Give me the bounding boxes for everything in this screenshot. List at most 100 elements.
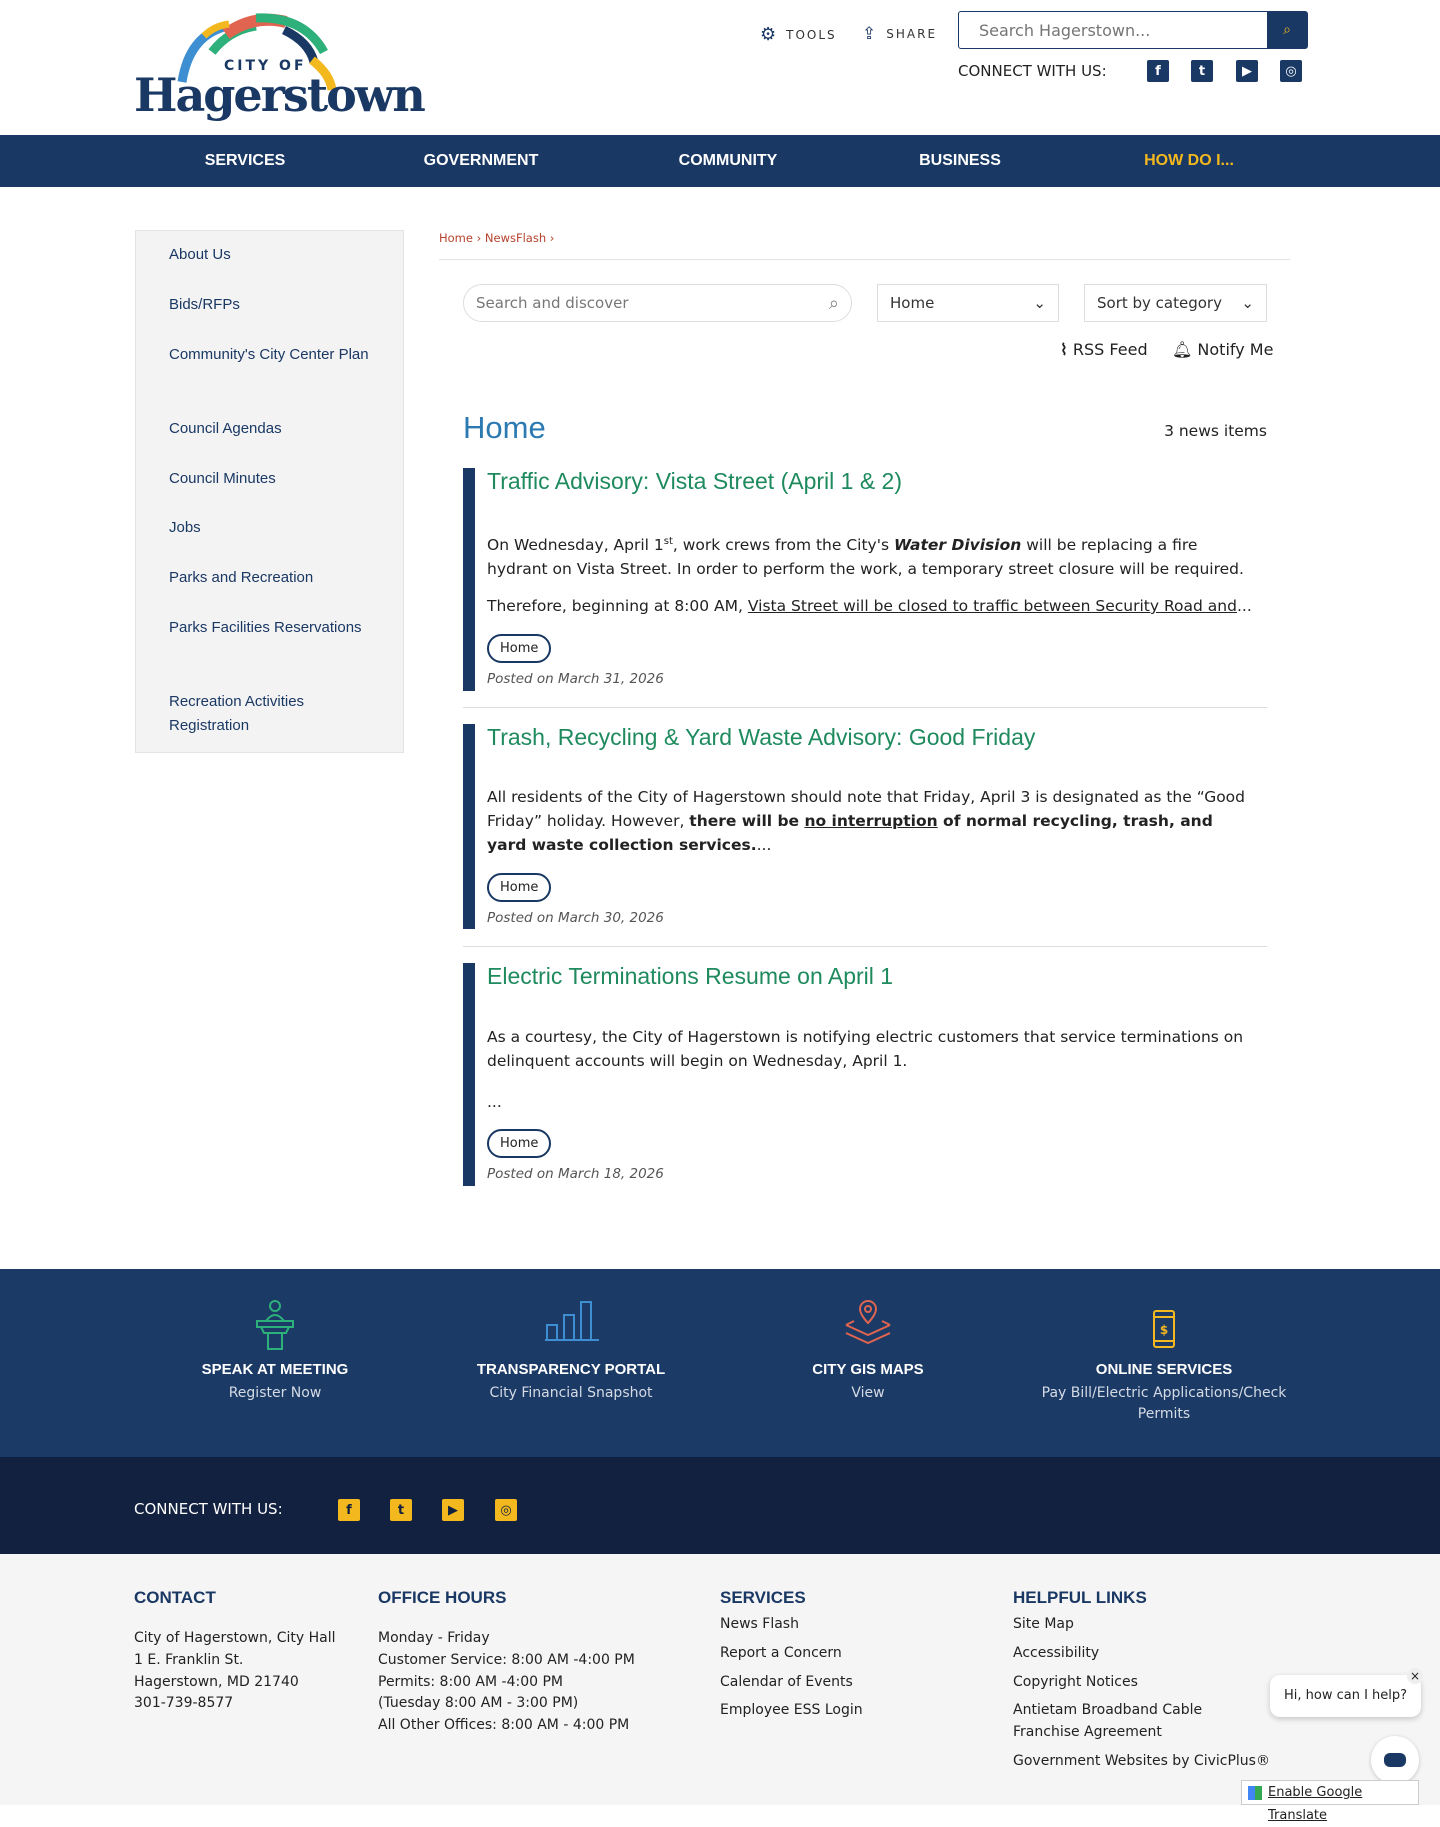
sidebar-item-parks-facilities[interactable]: Parks Facilities Reservations <box>169 616 369 640</box>
city-logo[interactable]: CITY OF Hagerstown <box>134 12 426 122</box>
chat-close-button[interactable]: × <box>1407 1668 1423 1684</box>
chatbot-launcher[interactable] <box>1371 1736 1419 1784</box>
quicklink-transparency-portal[interactable]: TRANSPARENCY PORTAL City Financial Snaps… <box>431 1269 711 1429</box>
breadcrumb-home[interactable]: Home <box>439 231 473 245</box>
share-icon: ⇪ <box>862 24 879 44</box>
sidebar: About Us Bids/RFPs Community's City Cent… <box>135 230 404 753</box>
quicklink-subtitle: City Financial Snapshot <box>489 1385 653 1401</box>
footer-helpful-title: HELPFUL LINKS <box>1013 1588 1147 1607</box>
contact-line: Hagerstown, MD 21740 <box>134 1674 299 1690</box>
chat-bubble[interactable]: Hi, how can I help? <box>1270 1675 1421 1717</box>
twitter-icon[interactable]: t <box>390 1499 412 1521</box>
sidebar-item-recreation[interactable]: Recreation Activities Registration <box>169 690 369 738</box>
article-title[interactable]: Trash, Recycling & Yard Waste Advisory: … <box>487 724 1035 751</box>
footer-services-title: SERVICES <box>720 1588 806 1607</box>
footer-link-report-concern[interactable]: Report a Concern <box>720 1642 842 1664</box>
sidebar-item-jobs[interactable]: Jobs <box>169 516 369 540</box>
youtube-icon[interactable]: ▶ <box>1236 60 1258 82</box>
divider <box>439 259 1290 260</box>
page-title: Home <box>463 410 546 445</box>
facebook-icon[interactable]: f <box>338 1499 360 1521</box>
sidebar-item-city-center-plan[interactable]: Community's City Center Plan <box>169 343 369 367</box>
tools-button[interactable]: ⚙ TOOLS <box>760 24 837 45</box>
sidebar-item-parks[interactable]: Parks and Recreation <box>169 566 369 590</box>
article-title[interactable]: Electric Terminations Resume on April 1 <box>487 963 893 990</box>
footer-link-site-map[interactable]: Site Map <box>1013 1613 1074 1635</box>
contact-line: 1 E. Franklin St. <box>134 1652 244 1668</box>
sidebar-item-bids[interactable]: Bids/RFPs <box>169 293 369 317</box>
article-accent-bar <box>463 468 475 691</box>
google-translate-icon <box>1248 1786 1262 1800</box>
podium-icon <box>256 1300 294 1350</box>
notify-me-link[interactable]: 🔔︎ Notify Me <box>1172 340 1273 359</box>
connect-label: CONNECT WITH US: <box>134 1500 283 1518</box>
category-tag[interactable]: Home <box>487 1129 552 1158</box>
google-translate-button[interactable]: Enable Google Translate <box>1241 1780 1419 1823</box>
breadcrumb-newsflash[interactable]: NewsFlash <box>485 231 546 245</box>
news-count: 3 news items <box>1164 422 1267 440</box>
site-header: CITY OF Hagerstown ⚙ TOOLS ⇪ SHARE ⌕ CONNE… <box>0 0 1440 135</box>
bell-icon: 🔔︎ <box>1172 340 1193 359</box>
footer-link-copyright[interactable]: Copyright Notices <box>1013 1671 1138 1693</box>
quicklink-title: CITY GIS MAPS <box>812 1361 924 1378</box>
contact-line: City of Hagerstown, City Hall <box>134 1630 336 1646</box>
quicklink-subtitle: Register Now <box>228 1385 322 1401</box>
category-tag[interactable]: Home <box>487 873 552 902</box>
nav-community[interactable]: COMMUNITY <box>679 135 778 187</box>
chevron-down-icon: ⌄ <box>1033 294 1046 312</box>
sidebar-item-about-us[interactable]: About Us <box>169 243 369 267</box>
instagram-icon[interactable]: ◎ <box>495 1499 517 1521</box>
quicklink-online-services[interactable]: $ ONLINE SERVICES Pay Bill/Electric Appl… <box>1024 1269 1304 1429</box>
footer-link-civicplus[interactable]: Government Websites by CivicPlus® <box>1013 1750 1270 1772</box>
nav-government[interactable]: GOVERNMENT <box>424 135 539 187</box>
hours-line: Monday - Friday <box>378 1630 490 1646</box>
quicklink-subtitle: Pay Bill/Electric Applications/Check Per… <box>1041 1385 1287 1422</box>
quick-links: SPEAK AT MEETING Register Now TRANSPAREN… <box>0 1269 1440 1457</box>
footer-link-accessibility[interactable]: Accessibility <box>1013 1642 1099 1664</box>
category-select[interactable]: Home ⌄ <box>877 284 1059 322</box>
site-search: ⌕ <box>958 11 1308 49</box>
sidebar-item-council-agendas[interactable]: Council Agendas <box>169 417 369 441</box>
sidebar-item-council-minutes[interactable]: Council Minutes <box>169 467 369 491</box>
category-value: Home <box>890 294 935 312</box>
article-title[interactable]: Traffic Advisory: Vista Street (April 1 … <box>487 468 902 495</box>
posted-date: Posted on March 31, 2026 <box>487 671 664 687</box>
footer-link-ess-login[interactable]: Employee ESS Login <box>720 1699 863 1721</box>
search-button[interactable]: ⌕ <box>1267 12 1307 48</box>
robot-icon <box>1384 1753 1406 1767</box>
nav-how-do-i[interactable]: HOW DO I... <box>1144 135 1234 187</box>
rss-feed-link[interactable]: ⌇ RSS Feed <box>1060 340 1148 359</box>
instagram-icon[interactable]: ◎ <box>1280 60 1302 82</box>
youtube-icon[interactable]: ▶ <box>442 1499 464 1521</box>
facebook-icon[interactable]: f <box>1147 60 1169 82</box>
site-search-input[interactable] <box>959 12 1267 48</box>
posted-date: Posted on March 30, 2026 <box>487 910 664 926</box>
article-accent-bar <box>463 724 475 929</box>
rss-icon: ⌇ <box>1060 340 1068 359</box>
article-link[interactable]: Vista Street will be closed to traffic b… <box>748 597 1237 615</box>
footer-link-antietam[interactable]: Antietam Broadband Cable Franchise Agree… <box>1013 1699 1273 1743</box>
quicklink-gis-maps[interactable]: CITY GIS MAPS View <box>728 1269 1008 1429</box>
nav-services[interactable]: SERVICES <box>205 135 286 187</box>
footer-link-calendar[interactable]: Calendar of Events <box>720 1671 853 1693</box>
news-search-input[interactable]: Search and discover ⌕ <box>463 284 852 322</box>
search-icon: ⌕ <box>828 292 839 314</box>
quicklink-speak-at-meeting[interactable]: SPEAK AT MEETING Register Now <box>135 1269 415 1429</box>
news-search-placeholder: Search and discover <box>476 294 629 312</box>
article-summary: On Wednesday, April 1st, work crews from… <box>487 536 1244 579</box>
notify-label: Notify Me <box>1197 340 1274 359</box>
share-button[interactable]: ⇪ SHARE <box>862 24 937 44</box>
article-separator <box>463 707 1267 708</box>
twitter-icon[interactable]: t <box>1191 60 1213 82</box>
chevron-down-icon: ⌄ <box>1241 294 1254 312</box>
quicklink-subtitle: View <box>851 1385 885 1401</box>
contact-phone[interactable]: 301-739-8577 <box>134 1692 233 1714</box>
sort-select[interactable]: Sort by category ⌄ <box>1084 284 1267 322</box>
search-icon: ⌕ <box>1283 22 1291 38</box>
main-nav: SERVICES GOVERNMENT COMMUNITY BUSINESS H… <box>0 135 1440 187</box>
rss-label: RSS Feed <box>1072 340 1148 359</box>
article-ellipsis: ... <box>487 1093 502 1111</box>
nav-business[interactable]: BUSINESS <box>919 135 1001 187</box>
category-tag[interactable]: Home <box>487 634 552 663</box>
footer-link-news-flash[interactable]: News Flash <box>720 1613 799 1635</box>
